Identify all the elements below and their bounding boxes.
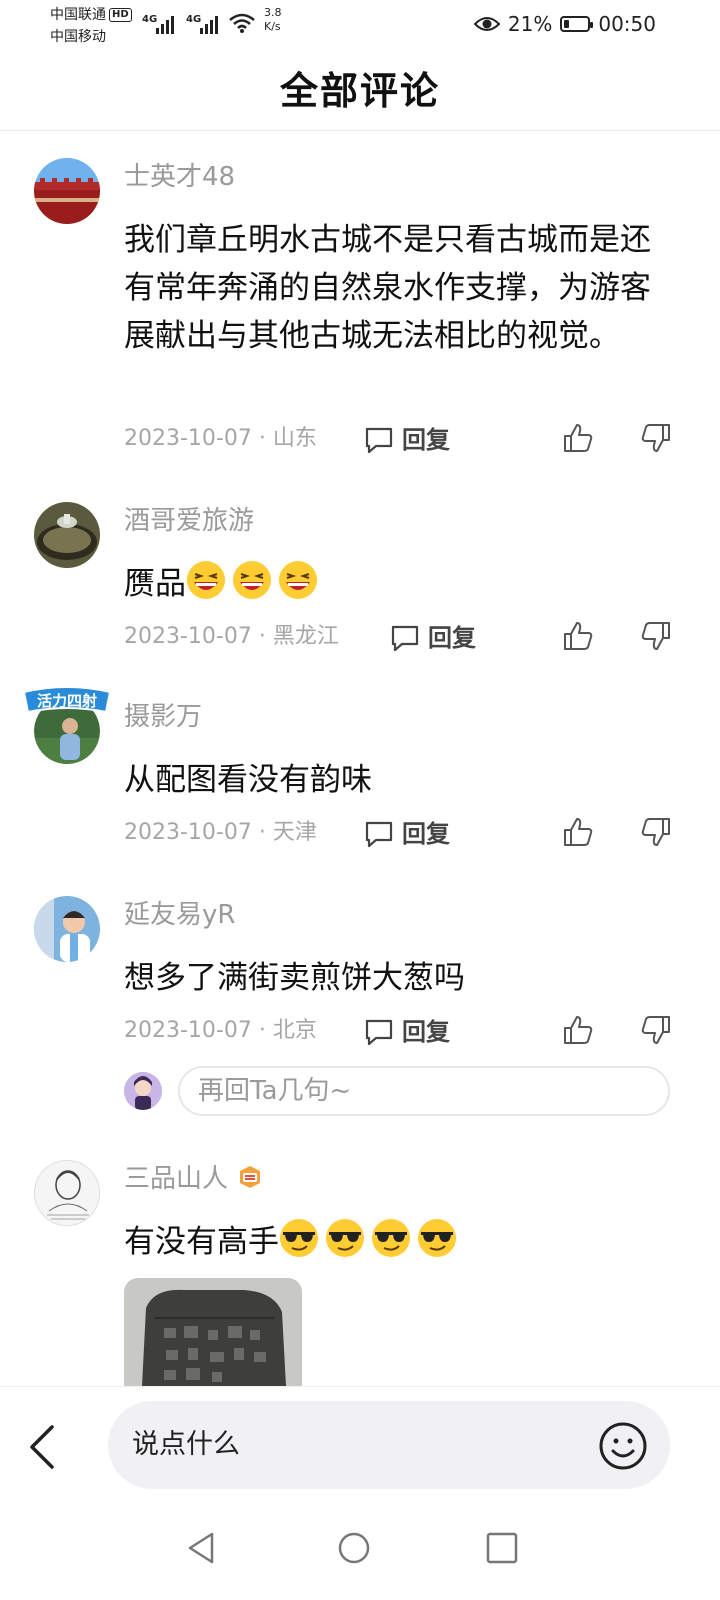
nav-recents-icon[interactable] [484,1530,520,1566]
comment-location: 黑龙江 [272,624,339,649]
comment-text: 从配图看没有韵味 [124,762,372,798]
comment-input-placeholder: 说点什么 [132,1429,240,1460]
avatar[interactable] [34,158,100,224]
avatar-badge-text: 活力四射 [37,692,97,710]
sunglasses-emoji-icon [372,1219,410,1257]
comment-date: 2023-10-07 [124,820,252,845]
comment-meta: 2023-10-07 · 黑龙江 [124,622,339,652]
username[interactable]: 酒哥爱旅游 [124,504,254,538]
emoji-picker-icon[interactable] [598,1421,648,1471]
network-speed: 3.8 K/s [264,6,282,34]
battery-fill [564,20,569,28]
avatar[interactable] [34,1160,100,1226]
comment-bubble-icon [391,625,419,652]
reply-label: 回复 [428,624,476,652]
net-type-2: 4G [186,14,201,25]
level-badge-icon [240,1166,261,1188]
comment-image[interactable] [124,1278,302,1386]
comment-text: 赝品 [124,560,660,608]
comment-text: 我们章丘明水古城不是只看古城而是还有常年奔涌的自然泉水作支撑，为游客展献出与其他… [124,222,651,354]
status-right: 21% 00:50 [473,12,656,36]
comment-input[interactable]: 说点什么 [108,1401,670,1489]
carrier-info: 中国联通 HD 中国移动 [50,4,132,48]
signal-icon-2: 4G [186,14,218,34]
dislike-icon[interactable] [640,422,672,454]
like-icon[interactable] [562,422,594,454]
dislike-icon[interactable] [640,620,672,652]
nav-home-icon[interactable] [336,1530,372,1566]
page-header: 全部评论 [0,52,720,131]
comment-location: 山东 [272,426,317,451]
signal-icon: 4G [142,14,174,34]
comment-text: 有没有高手 [124,1218,660,1266]
meta-separator: · [251,624,273,649]
reply-label: 回复 [402,820,450,848]
grin-squint-emoji-icon [279,561,317,599]
speed-unit: K/s [264,20,281,33]
comment-location: 北京 [272,1018,317,1043]
comment-date: 2023-10-07 [124,624,252,649]
comment-text: 想多了满街卖煎饼大葱吗 [124,960,465,996]
page-title: 全部评论 [279,69,440,113]
comment-text-main: 赝品 [124,566,186,602]
comment-bubble-icon [365,1019,393,1046]
username[interactable]: 三品山人 [124,1162,262,1196]
username[interactable]: 延友易yR [124,898,235,932]
nav-back-icon[interactable] [184,1530,220,1566]
comment-meta: 2023-10-07 · 山东 [124,424,317,454]
reply-again-input[interactable]: 再回Ta几句~ [178,1066,670,1116]
carrier-2: 中国移动 [50,29,106,45]
like-icon[interactable] [562,1014,594,1046]
net-type-1: 4G [142,14,157,25]
wifi-icon [229,13,255,33]
comment-bubble-icon [365,821,393,848]
comment-date: 2023-10-07 [124,426,252,451]
reply-label: 回复 [402,426,450,454]
like-icon[interactable] [562,816,594,848]
reply-label: 回复 [402,1018,450,1046]
speed-value: 3.8 [264,6,282,19]
username[interactable]: 摄影万 [124,700,202,734]
username[interactable]: 士英才48 [124,160,235,194]
reply-button[interactable]: 回复 [390,623,476,653]
comment-bubble-icon [365,427,393,454]
hd-badge: HD [109,8,132,22]
bottom-input-bar: 说点什么 [0,1386,720,1505]
clock: 00:50 [598,12,656,36]
eye-icon [473,17,500,31]
reply-prompt-row: 再回Ta几句~ [124,1066,672,1118]
avatar[interactable]: 活力四射 [22,686,112,764]
grin-squint-emoji-icon [233,561,271,599]
sunglasses-emoji-icon [280,1219,318,1257]
username-text: 三品山人 [124,1164,229,1194]
meta-separator: · [251,1018,273,1043]
avatar-badge: 活力四射 [22,686,112,714]
battery-icon [560,16,594,32]
dislike-icon[interactable] [640,816,672,848]
comment-meta: 2023-10-07 · 天津 [124,818,317,848]
sunglasses-emoji-icon [418,1219,456,1257]
my-avatar [124,1072,162,1110]
avatar[interactable] [34,896,100,962]
comment-text-main: 有没有高手 [124,1224,279,1260]
sunglasses-emoji-icon [326,1219,364,1257]
comment-meta: 2023-10-07 · 北京 [124,1016,317,1046]
comment-date: 2023-10-07 [124,1018,252,1043]
battery-percent: 21% [507,12,553,36]
system-nav-bar [0,1504,720,1600]
meta-separator: · [251,820,273,845]
reply-button[interactable]: 回复 [364,1017,450,1047]
comment-location: 天津 [272,820,317,845]
reply-button[interactable]: 回复 [364,425,450,455]
meta-separator: · [251,426,273,451]
dislike-icon[interactable] [640,1014,672,1046]
carrier-1: 中国联通 [50,7,106,23]
grin-squint-emoji-icon [187,561,225,599]
status-bar: 中国联通 HD 中国移动 4G 4G 3.8 K/s 21% 00:50 [0,0,720,52]
reply-button[interactable]: 回复 [364,819,450,849]
back-arrow-icon[interactable] [24,1419,64,1475]
like-icon[interactable] [562,620,594,652]
avatar[interactable] [34,502,100,568]
